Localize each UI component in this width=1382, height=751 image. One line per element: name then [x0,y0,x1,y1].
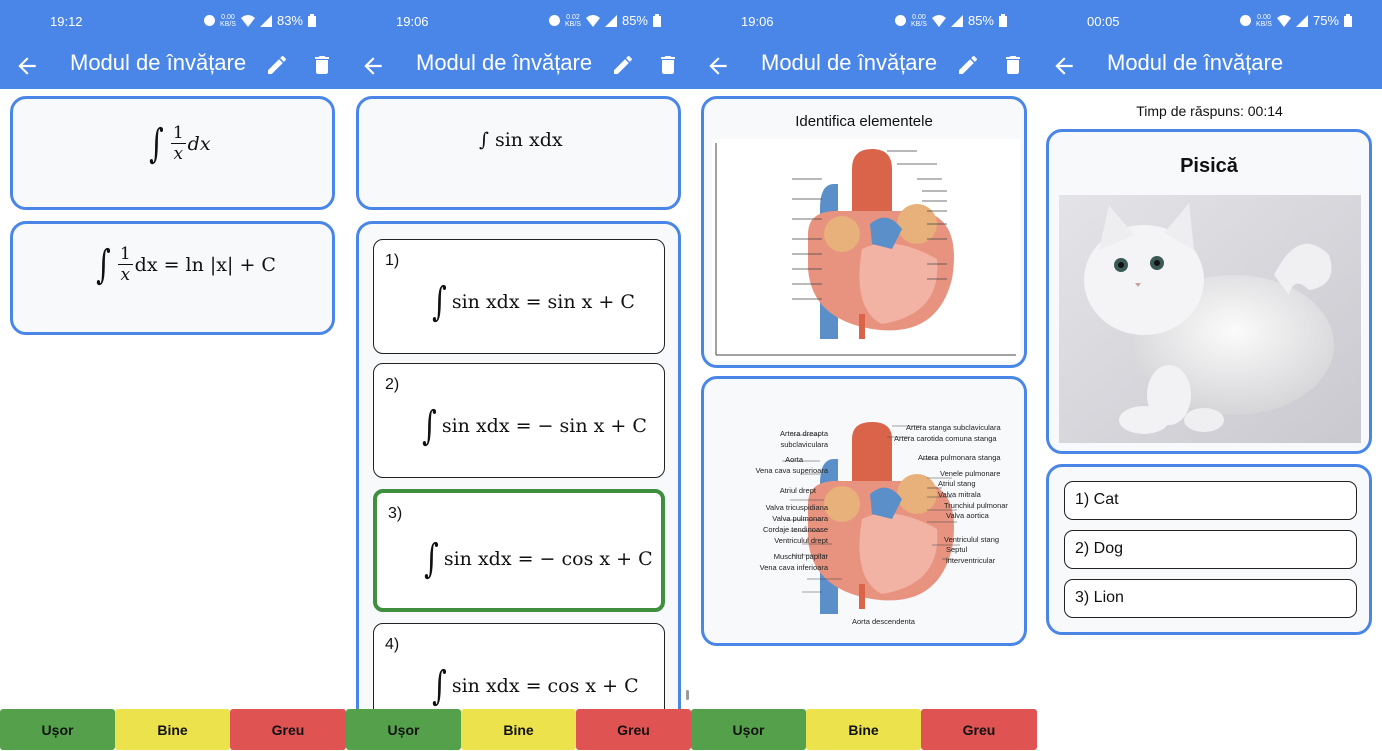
rating-bar: Ușor Bine Greu [346,709,691,750]
heart-label-bottom: Aorta descendenta [852,617,915,626]
net-speed: 0.00 KB/S [1256,13,1272,28]
signal-icon [259,14,272,27]
good-button[interactable]: Bine [115,709,230,750]
data-saver-icon [204,15,216,26]
answers-card: 1) Cat 2) Dog 3) Lion [1046,464,1372,635]
answer-option-2[interactable]: 2) Dog [1064,530,1357,569]
status-bar: 00:05 0.00 KB/S 75% [1037,0,1382,44]
option-1[interactable]: 1) ∫ sin xdx = sin x + C [373,239,665,354]
options-card: 1) ∫ sin xdx = sin x + C 2) ∫ sin xdx = − … [356,221,681,733]
question-card: ∫ sin xdx [356,96,681,210]
rating-bar: Ușor Bine Greu [691,709,1037,750]
easy-button[interactable]: Ușor [346,709,461,750]
wifi-icon [240,14,255,27]
answer-option-3[interactable]: 3) Lion [1064,579,1357,618]
question-card: ∫ 1x dx [10,96,335,210]
easy-button[interactable]: Ușor [0,709,115,750]
net-speed: 0.02 KB/S [565,13,581,28]
battery-percent: 85% [967,13,994,28]
heart-diagram-unlabeled [712,139,1020,361]
hard-button[interactable]: Greu [921,709,1037,750]
wifi-icon [1276,14,1291,27]
question-formula: ∫ sin xdx [479,129,563,151]
battery-icon [308,14,316,27]
hard-button[interactable]: Greu [576,709,691,750]
signal-icon [950,14,963,27]
pencil-icon[interactable] [265,53,289,77]
back-arrow-icon[interactable] [14,53,40,79]
answer-card: ∫ 1x dx = ln |x| + C [10,221,335,335]
back-arrow-icon[interactable] [360,53,386,79]
battery-icon [1344,14,1352,27]
battery-percent: 85% [621,13,648,28]
option-2[interactable]: 2) ∫ sin xdx = − sin x + C [373,363,665,478]
app-bar: Modul de învățare [346,44,691,89]
question-formula: ∫ 1x dx [149,120,211,167]
question-title: Identifica elementele [795,113,933,130]
screen-1: 19:12 0.00 KB/S 83% Modul de învățare ∫ 1… [0,0,346,751]
answer-option-1[interactable]: 1) Cat [1064,481,1357,520]
battery-icon [653,14,661,27]
data-saver-icon [1240,15,1252,26]
page-title: Modul de învățare [761,50,938,75]
question-card: Identifica elementele [701,96,1027,368]
back-arrow-icon[interactable] [1051,53,1077,79]
net-speed: 0.00 KB/S [911,13,927,28]
heart-labels-right: Artera stanga subclaviculara Artera caro… [894,423,1008,565]
screen-2: 19:06 0.02 KB/S 85% Modul de învățare ∫ s… [346,0,691,751]
screen-3: 19:06 0.00 KB/S 85% Modul de învățare Ide… [691,0,1037,751]
answer-card: Artera dreapta subclaviculara Aorta Vena… [701,376,1027,646]
trash-icon[interactable] [310,53,334,77]
status-bar: 19:06 0.02 KB/S 85% [346,0,691,44]
page-title: Modul de învățare [70,50,247,75]
app-bar: Modul de învățare [691,44,1037,89]
wifi-icon [585,14,600,27]
hard-button[interactable]: Greu [230,709,346,750]
scrollbar[interactable] [686,690,689,700]
status-time: 00:05 [1087,14,1120,29]
battery-percent: 83% [276,13,303,28]
pencil-icon[interactable] [956,53,980,77]
option-3-correct[interactable]: 3) ∫ sin xdx = − cos x + C [373,489,665,612]
answer-formula: ∫ 1x dx = ln |x| + C [96,241,276,288]
battery-icon [999,14,1007,27]
status-time: 19:06 [741,14,774,29]
heart-labels-left: Artera dreapta subclaviculara Aorta Vena… [755,429,828,572]
back-arrow-icon[interactable] [705,53,731,79]
good-button[interactable]: Bine [461,709,576,750]
answer-timer: Timp de răspuns: 00:14 [1136,103,1283,119]
wifi-icon [931,14,946,27]
easy-button[interactable]: Ușor [691,709,806,750]
data-saver-icon [895,15,907,26]
pencil-icon[interactable] [611,53,635,77]
question-word: Pisică [1180,155,1238,177]
trash-icon[interactable] [1001,53,1025,77]
app-bar: Modul de învățare [1037,44,1382,89]
status-bar: 19:06 0.00 KB/S 85% [691,0,1037,44]
app-bar: Modul de învățare [0,44,346,89]
battery-percent: 75% [1312,13,1339,28]
page-title: Modul de învățare [416,50,593,75]
trash-icon[interactable] [656,53,680,77]
rating-bar: Ușor Bine Greu [0,709,346,750]
status-time: 19:06 [396,14,429,29]
screen-4: 00:05 0.00 KB/S 75% Modul de învățare Tim… [1037,0,1382,751]
cat-image [1059,195,1361,443]
signal-icon [1295,14,1308,27]
good-button[interactable]: Bine [806,709,921,750]
net-speed: 0.00 KB/S [220,13,236,28]
status-bar: 19:12 0.00 KB/S 83% [0,0,346,44]
status-time: 19:12 [50,14,83,29]
question-card: Pisică [1046,129,1372,454]
data-saver-icon [549,15,561,26]
signal-icon [604,14,617,27]
page-title: Modul de învățare [1107,50,1284,75]
